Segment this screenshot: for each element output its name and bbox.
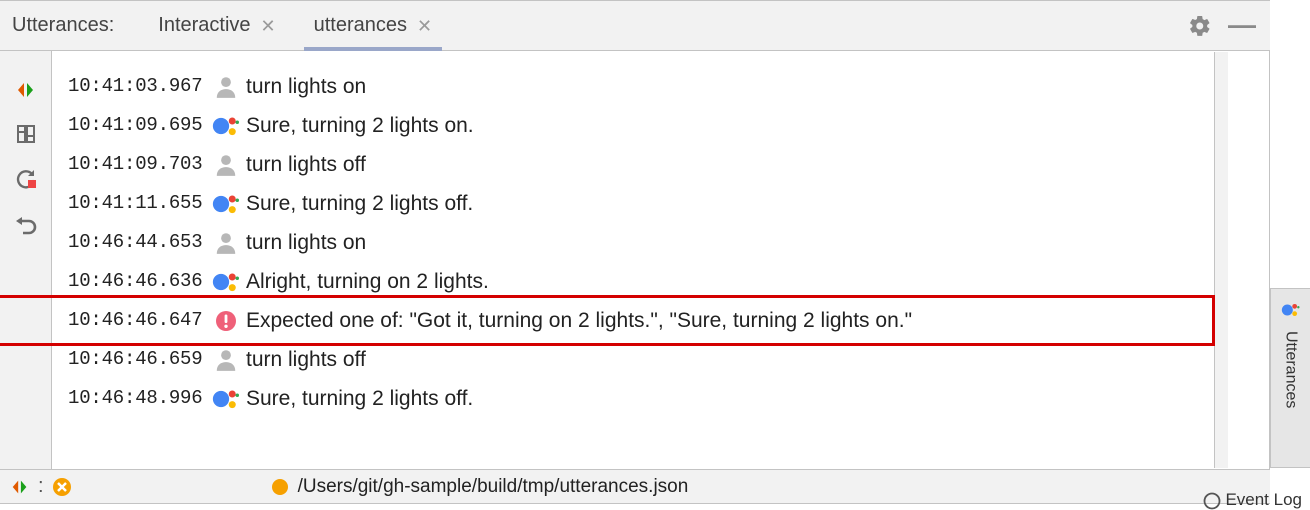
utterances-panel: Utterances: Interactive ✕ utterances ✕ — [0,0,1270,504]
log-area[interactable]: 10:41:03.967 turn lights on 10:41:09.695 Su… [52,51,1270,469]
log-row[interactable]: 10:46:48.996 Sure, turning 2 lights off. [56,379,1259,418]
log-text: turn lights on [246,232,366,253]
timestamp: 10:41:09.695 [56,116,206,135]
log-text: Alright, turning on 2 lights. [246,271,489,292]
status-dot-icon [272,479,288,495]
tool-gutter [0,51,52,469]
layout-icon[interactable] [15,123,37,145]
event-log-label: Event Log [1225,490,1302,509]
run-toggle-icon[interactable] [10,477,30,497]
log-row[interactable]: 10:41:11.655 Sure, turning 2 lights off. [56,184,1259,223]
log-text: Sure, turning 2 lights off. [246,193,473,214]
side-tab-label: Utterances [1282,331,1300,408]
status-bar: : /Users/git/gh-sample/build/tmp/utteran… [0,469,1270,503]
event-log-link[interactable]: Event Log [1203,490,1302,510]
log-text: turn lights off [246,349,366,370]
timestamp: 10:46:46.659 [56,350,206,369]
log-row[interactable]: 10:46:46.659 turn lights off [56,340,1259,379]
tab-utterances-label: utterances [314,14,407,37]
user-icon [206,230,246,256]
minimize-icon[interactable]: — [1228,17,1256,34]
log-row[interactable]: 10:46:46.636 Alright, turning on 2 lights… [56,262,1259,301]
separator: : [38,475,44,498]
tab-interactive[interactable]: Interactive ✕ [148,1,285,50]
user-icon [206,347,246,373]
tab-bar: Utterances: Interactive ✕ utterances ✕ — [0,1,1270,51]
rerun-icon[interactable] [14,167,38,191]
assistant-icon [206,111,246,141]
timestamp: 10:46:46.647 [56,311,206,330]
log-row[interactable]: 10:46:44.653 turn lights on [56,223,1259,262]
status-path: /Users/git/gh-sample/build/tmp/utterance… [298,476,689,498]
log-text: turn lights on [246,76,366,97]
log-row[interactable]: 10:41:09.695 Sure, turning 2 lights on. [56,106,1259,145]
user-icon [206,74,246,100]
timestamp: 10:41:03.967 [56,77,206,96]
log-row[interactable]: 10:41:03.967 turn lights on [56,67,1259,106]
assistant-icon [206,384,246,414]
log-text: Expected one of: "Got it, turning on 2 l… [246,310,912,331]
utterances-side-tab[interactable]: Utterances [1270,288,1310,468]
error-icon [206,309,246,333]
warning-circle-icon[interactable] [52,477,72,497]
log-text: turn lights off [246,154,366,175]
timestamp: 10:46:46.636 [56,272,206,291]
gear-icon[interactable] [1188,14,1212,38]
panel-body: 10:41:03.967 turn lights on 10:41:09.695 Su… [0,51,1270,469]
log-row[interactable]: 10:41:09.703 turn lights off [56,145,1259,184]
timestamp: 10:41:11.655 [56,194,206,213]
close-icon[interactable]: ✕ [417,17,432,35]
vertical-scrollbar[interactable] [1214,52,1228,468]
timestamp: 10:46:48.996 [56,389,206,408]
close-icon[interactable]: ✕ [261,17,276,35]
timestamp: 10:46:44.653 [56,233,206,252]
undo-icon[interactable] [14,213,38,237]
timestamp: 10:41:09.703 [56,155,206,174]
run-toggle-icon[interactable] [15,79,37,101]
tab-utterances[interactable]: utterances ✕ [304,1,442,50]
panel-title: Utterances: [12,14,114,37]
assistant-icon [206,267,246,297]
assistant-icon [1280,299,1302,321]
assistant-icon [206,189,246,219]
tab-interactive-label: Interactive [158,14,250,37]
log-text: Sure, turning 2 lights on. [246,115,474,136]
log-text: Sure, turning 2 lights off. [246,388,473,409]
log-row[interactable]: 10:46:46.647 Expected one of: "Got it, tu… [56,301,1259,340]
user-icon [206,152,246,178]
